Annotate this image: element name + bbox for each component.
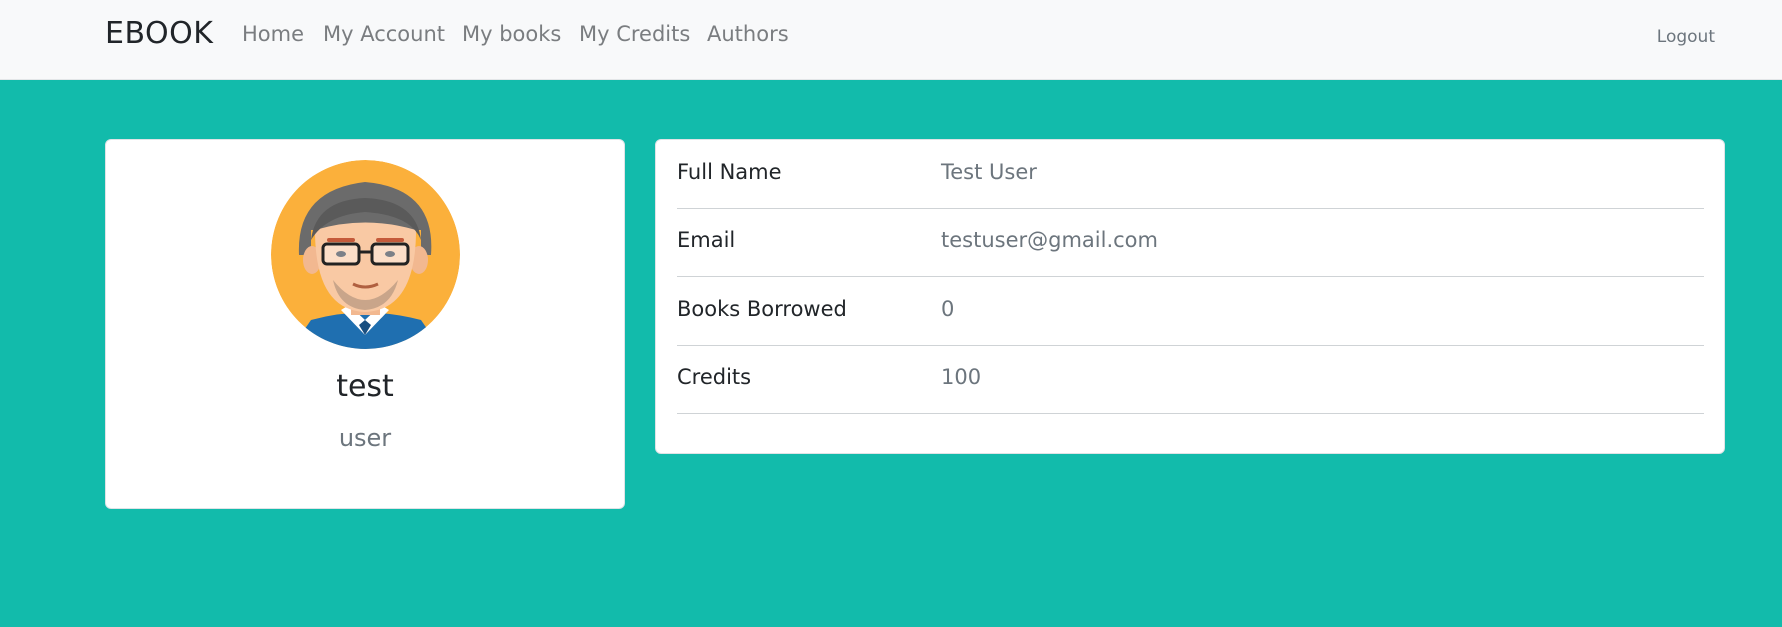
detail-value: 0	[941, 297, 955, 321]
logout-link[interactable]: Logout	[1657, 27, 1715, 47]
detail-value: 100	[941, 365, 982, 389]
brand-logo[interactable]: EBOOK	[105, 16, 213, 51]
nav-link-authors[interactable]: Authors	[707, 22, 789, 46]
top-navbar: EBOOK Home My Account My books My Credit…	[0, 0, 1782, 80]
detail-label: Books Borrowed	[677, 297, 847, 321]
nav-link-my-account[interactable]: My Account	[323, 22, 445, 46]
account-details-card: Full Name Test User Email testuser@gmail…	[655, 139, 1725, 454]
detail-row-full-name: Full Name Test User	[677, 140, 1704, 209]
detail-label: Full Name	[677, 160, 782, 184]
profile-role: user	[338, 424, 392, 452]
user-avatar-icon	[271, 160, 460, 349]
detail-label: Email	[677, 228, 736, 252]
detail-value: Test User	[941, 160, 1037, 184]
nav-link-my-credits[interactable]: My Credits	[579, 22, 690, 46]
detail-label: Credits	[677, 365, 752, 389]
detail-row-books-borrowed: Books Borrowed 0	[677, 277, 1704, 346]
nav-link-home[interactable]: Home	[242, 22, 304, 46]
detail-row-email: Email testuser@gmail.com	[677, 208, 1704, 277]
profile-card: test user	[105, 139, 625, 509]
detail-value: testuser@gmail.com	[941, 228, 1158, 252]
nav-link-my-books[interactable]: My books	[462, 22, 561, 46]
profile-username: test	[336, 369, 394, 404]
detail-row-credits: Credits 100	[677, 345, 1704, 414]
